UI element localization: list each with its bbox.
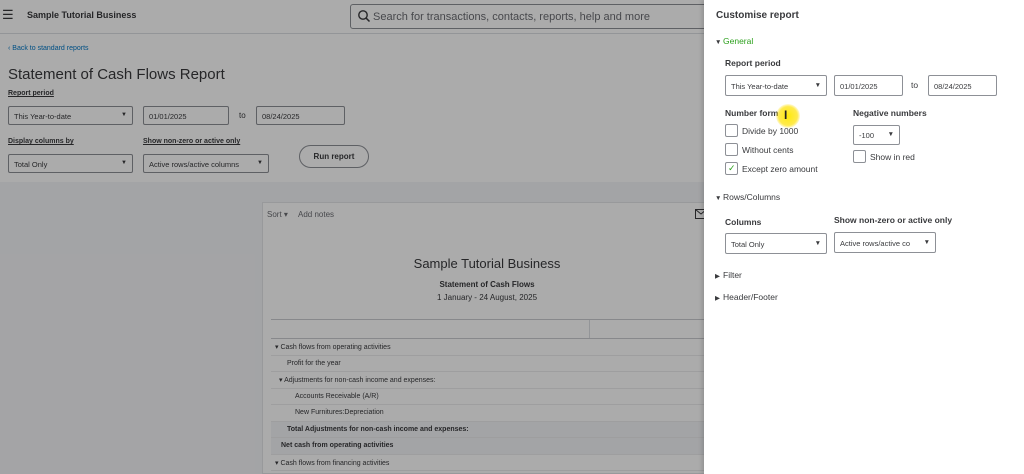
non-zero-select[interactable]: Active rows/active co ▼ [834, 232, 936, 253]
negative-numbers-label: Negative numbers [853, 108, 927, 118]
negative-numbers-select[interactable]: -100 ▼ [853, 125, 900, 145]
number-format-label: Number form [725, 108, 779, 118]
except-zero-checkbox[interactable] [725, 162, 738, 175]
panel-report-period-select[interactable]: This Year-to-date ▼ [725, 75, 827, 96]
negative-numbers-value: -100 [859, 131, 875, 140]
columns-label: Columns [725, 217, 762, 227]
show-in-red-checkbox[interactable] [853, 150, 866, 163]
panel-to-date-input[interactable]: 08/24/2025 [928, 75, 997, 96]
section-general-toggle[interactable]: ▼ General [715, 36, 753, 46]
chevron-down-icon: ▼ [923, 239, 930, 246]
panel-to-label: to [911, 80, 919, 90]
customise-report-panel: Customise report ▼ General Report period … [704, 0, 1024, 474]
panel-title: Customise report [716, 10, 799, 21]
text-cursor-icon: I [784, 108, 788, 122]
panel-from-date-input[interactable]: 01/01/2025 [834, 75, 903, 96]
show-in-red-label: Show in red [870, 152, 915, 162]
section-header-footer-label: Header/Footer [723, 292, 778, 302]
caret-right-icon: ▶ [715, 295, 720, 302]
caret-down-icon: ▼ [715, 195, 722, 202]
section-rows-columns-label: Rows/Columns [723, 192, 781, 202]
section-header-footer-toggle[interactable]: ▶ Header/Footer [715, 292, 778, 302]
divide-by-1000-checkbox[interactable] [725, 124, 738, 137]
section-filter-toggle[interactable]: ▶ Filter [715, 270, 742, 280]
section-rows-columns-toggle[interactable]: ▼ Rows/Columns [715, 192, 780, 202]
cursor-highlight-icon [776, 104, 800, 128]
caret-right-icon: ▶ [715, 273, 720, 280]
chevron-down-icon: ▼ [887, 131, 894, 138]
columns-select[interactable]: Total Only ▼ [725, 233, 827, 254]
chevron-down-icon: ▼ [814, 82, 821, 89]
panel-from-date-value: 01/01/2025 [840, 82, 878, 91]
section-filter-label: Filter [723, 270, 742, 280]
caret-down-icon: ▼ [715, 39, 722, 46]
columns-value: Total Only [731, 240, 765, 249]
without-cents-checkbox[interactable] [725, 143, 738, 156]
report-period-label: Report period [725, 58, 781, 68]
chevron-down-icon: ▼ [814, 240, 821, 247]
except-zero-label: Except zero amount [742, 164, 818, 174]
section-general-label: General [723, 36, 754, 46]
panel-to-date-value: 08/24/2025 [934, 82, 972, 91]
non-zero-value: Active rows/active co [840, 239, 911, 248]
non-zero-label: Show non-zero or active only [834, 215, 953, 225]
panel-period-value: This Year-to-date [731, 82, 789, 91]
without-cents-label: Without cents [742, 145, 794, 155]
